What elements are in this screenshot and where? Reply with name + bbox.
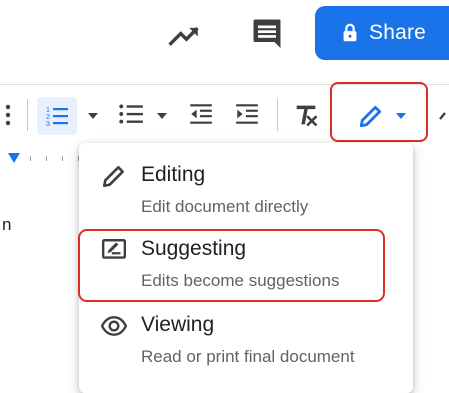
menu-item-editing[interactable]: Editing Edit document directly — [79, 161, 413, 231]
decrease-indent-icon[interactable] — [188, 101, 214, 127]
numbered-list-icon: 1 2 3 — [46, 107, 68, 128]
toolbar-divider — [27, 99, 28, 131]
dropdown-arrow-icon[interactable] — [86, 111, 100, 121]
pencil-icon — [102, 166, 124, 188]
eye-icon — [101, 316, 127, 336]
numbered-list-button[interactable]: 1 2 3 — [37, 97, 77, 135]
suggesting-highlight — [78, 229, 385, 302]
bulleted-list-icon[interactable] — [118, 101, 144, 127]
increase-indent-icon[interactable] — [234, 101, 260, 127]
top-bar: Share — [0, 0, 449, 84]
mode-button-highlight — [330, 82, 428, 142]
menu-item-viewing[interactable]: Viewing Read or print final document — [79, 311, 413, 381]
lock-icon — [343, 23, 357, 42]
document-text: n — [2, 215, 12, 234]
collapse-toolbar-icon[interactable] — [438, 105, 449, 125]
share-button[interactable]: Share — [315, 6, 449, 60]
comment-icon[interactable] — [249, 15, 285, 51]
indent-marker-icon[interactable] — [7, 152, 21, 164]
menu-item-subtitle: Edit document directly — [141, 197, 309, 216]
menu-item-subtitle: Read or print final document — [141, 347, 355, 366]
svg-text:2: 2 — [46, 114, 50, 121]
toolbar-divider — [277, 99, 278, 131]
menu-item-title: Viewing — [141, 313, 215, 336]
clear-formatting-icon[interactable] — [292, 101, 320, 129]
more-vert-icon[interactable] — [3, 101, 13, 129]
share-label: Share — [369, 21, 427, 44]
dropdown-arrow-icon[interactable] — [155, 111, 169, 121]
activity-trend-icon[interactable] — [168, 18, 202, 52]
menu-item-title: Editing — [141, 163, 206, 186]
svg-text:3: 3 — [46, 121, 50, 128]
svg-text:1: 1 — [46, 107, 50, 114]
